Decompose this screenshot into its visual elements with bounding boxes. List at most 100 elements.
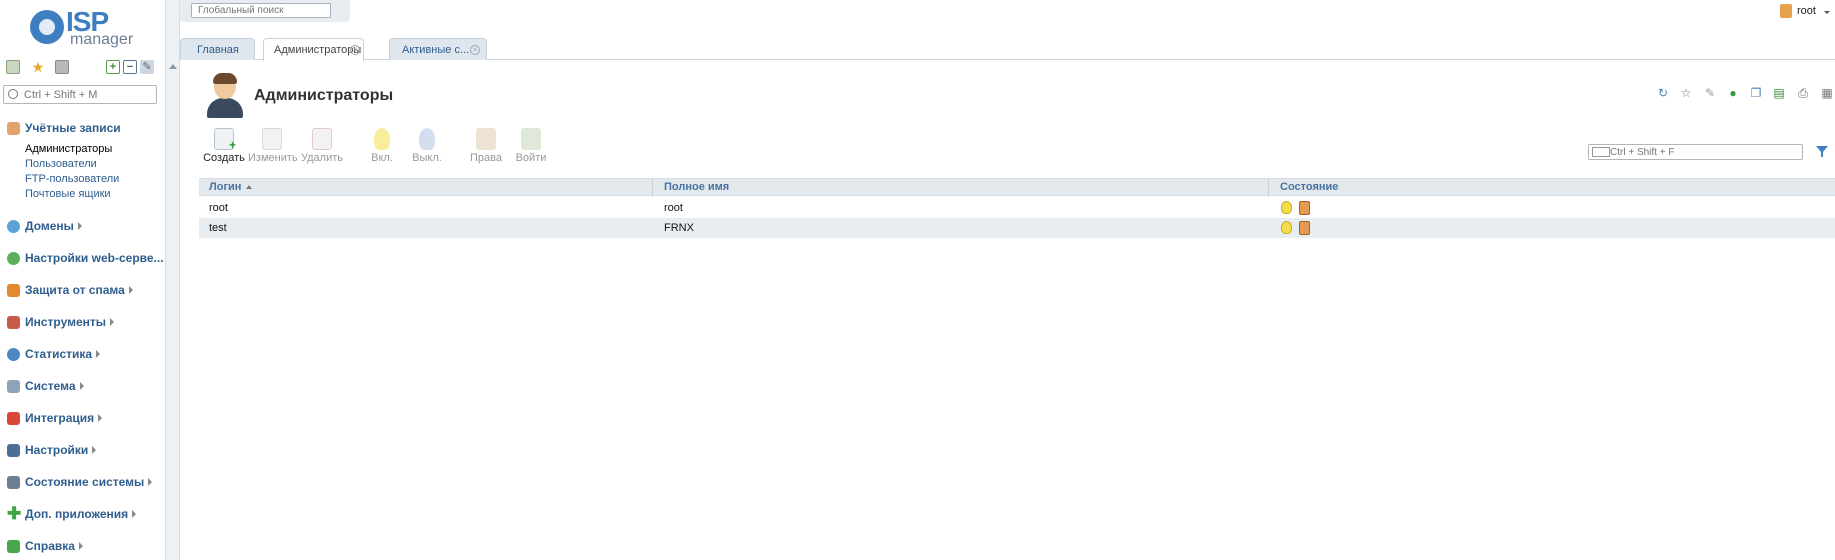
refresh-icon[interactable]: ↻ (1656, 86, 1670, 100)
sidebar-group-label: Справка (25, 539, 75, 553)
globe-icon (7, 220, 20, 233)
sidebar-group-label: Учётные записи (25, 121, 121, 135)
copy-icon[interactable]: ❐ (1749, 86, 1763, 100)
table-filter (1588, 144, 1803, 160)
close-icon[interactable]: × (350, 45, 360, 55)
create-label: Создать (203, 152, 245, 164)
favorite-star-icon[interactable]: ☆ (1679, 86, 1693, 100)
logo-icon (30, 10, 64, 44)
global-search-panel (180, 0, 350, 22)
sidebar-group-label: Интеграция (25, 411, 95, 425)
stats-icon (7, 348, 20, 361)
filter-search-icon (1592, 147, 1610, 157)
pin-icon[interactable]: ✎ (1703, 86, 1717, 100)
sidebar-group-label: Система (25, 379, 76, 393)
tab-label: Главная (197, 44, 239, 56)
login-label: Войти (515, 152, 547, 164)
logo-product: manager (70, 31, 134, 48)
cell-login: root (209, 202, 228, 214)
edit-button[interactable]: Изменить (248, 128, 298, 164)
sidebar-toolbar: ★ + − ✎ (6, 60, 156, 78)
administrator-avatar-icon (205, 73, 245, 118)
filter-funnel-icon[interactable] (1816, 146, 1828, 157)
chevron-down-icon (1824, 11, 1830, 14)
export-icon[interactable]: ▤ (1772, 86, 1786, 100)
chevron-right-icon (128, 286, 133, 294)
login-as-button[interactable]: Войти (507, 128, 555, 164)
chevron-right-icon (96, 350, 101, 358)
tab-bar: Главная Администраторы × Активные с... × (180, 38, 1835, 61)
sidebar-group-label: Настройки (25, 443, 89, 457)
chevron-right-icon (132, 510, 137, 518)
menu-search (3, 85, 157, 104)
collapse-all-icon[interactable]: − (123, 60, 137, 74)
users-icon (7, 122, 20, 135)
sidebar-item-users[interactable]: Пользователи (25, 158, 97, 170)
status-enabled-bulb-icon (1281, 221, 1292, 234)
sidebar-item-administrators[interactable]: Администраторы (25, 143, 112, 155)
pin-icon[interactable]: ✎ (140, 60, 154, 74)
table-filter-input[interactable] (1610, 145, 1800, 159)
edit-label: Изменить (248, 152, 298, 164)
chevron-right-icon (77, 222, 82, 230)
sidebar-item-mailboxes[interactable]: Почтовые ящики (25, 188, 111, 200)
system-icon (7, 380, 20, 393)
chevron-right-icon (98, 414, 103, 422)
delete-label: Удалить (301, 152, 343, 164)
chevron-right-icon (79, 382, 84, 390)
plus-icon: ✚ (7, 504, 22, 523)
login-icon (521, 128, 541, 150)
tools-icon (7, 316, 20, 329)
delete-button[interactable]: Удалить (298, 128, 346, 164)
column-status[interactable]: Состояние (1280, 181, 1338, 193)
cell-fullname: FRNX (664, 222, 694, 234)
status-enabled-bulb-icon (1281, 201, 1292, 214)
disable-label: Выкл. (412, 152, 442, 164)
sidebar-item-ftp-users[interactable]: FTP-пользователи (25, 173, 119, 185)
cell-fullname: root (664, 202, 683, 214)
column-fullname[interactable]: Полное имя (664, 181, 729, 193)
sidebar-group-label: Защита от спама (25, 283, 125, 297)
help-icon (7, 540, 20, 553)
rights-button[interactable]: Права (462, 128, 510, 164)
tab-administrators[interactable]: Администраторы × (263, 38, 364, 61)
chevron-right-icon (110, 318, 115, 326)
bulb-off-icon (419, 128, 435, 150)
column-login[interactable]: Логин (209, 181, 253, 193)
print-icon[interactable]: ⎙ (1796, 86, 1810, 100)
delete-icon (312, 128, 332, 150)
expand-all-icon[interactable]: + (106, 60, 120, 74)
create-button[interactable]: + Создать (200, 128, 248, 164)
rights-label: Права (470, 152, 502, 164)
help-globe-icon[interactable]: ● (1726, 86, 1740, 100)
table-row[interactable]: root root (199, 198, 1835, 218)
page-title: Администраторы (254, 87, 394, 104)
bulb-on-icon (374, 128, 390, 150)
table-settings-icon[interactable]: ▦ (1820, 86, 1834, 100)
enable-button[interactable]: Вкл. (358, 128, 406, 164)
chevron-right-icon (148, 478, 153, 486)
close-icon[interactable]: × (470, 45, 480, 55)
menu-view-icon[interactable] (6, 60, 20, 74)
global-search-input[interactable] (191, 3, 331, 18)
enable-label: Вкл. (371, 152, 393, 164)
rights-icon (476, 128, 496, 150)
table-header: Логин Полное имя Состояние (199, 178, 1835, 197)
favorites-star-icon[interactable]: ★ (31, 60, 45, 74)
collapse-up-icon[interactable] (169, 64, 177, 69)
disable-button[interactable]: Выкл. (403, 128, 451, 164)
isp-manager-logo[interactable]: ISP manager (30, 6, 134, 50)
tab-label: Активные с... (402, 44, 470, 56)
monitor-icon (7, 476, 20, 489)
web-settings-icon (7, 252, 20, 265)
tab-active-sessions[interactable]: Активные с... × (389, 38, 487, 60)
sidebar-splitter[interactable] (165, 0, 180, 560)
settings-icon (7, 444, 20, 457)
menu-search-input[interactable] (24, 87, 152, 102)
tab-home[interactable]: Главная (180, 38, 255, 60)
sidebar-group-label: Инструменты (25, 315, 107, 329)
user-icon (1780, 4, 1792, 18)
shield-icon (7, 284, 20, 297)
briefcase-icon[interactable] (55, 60, 69, 74)
table-row[interactable]: test FRNX (199, 218, 1835, 238)
